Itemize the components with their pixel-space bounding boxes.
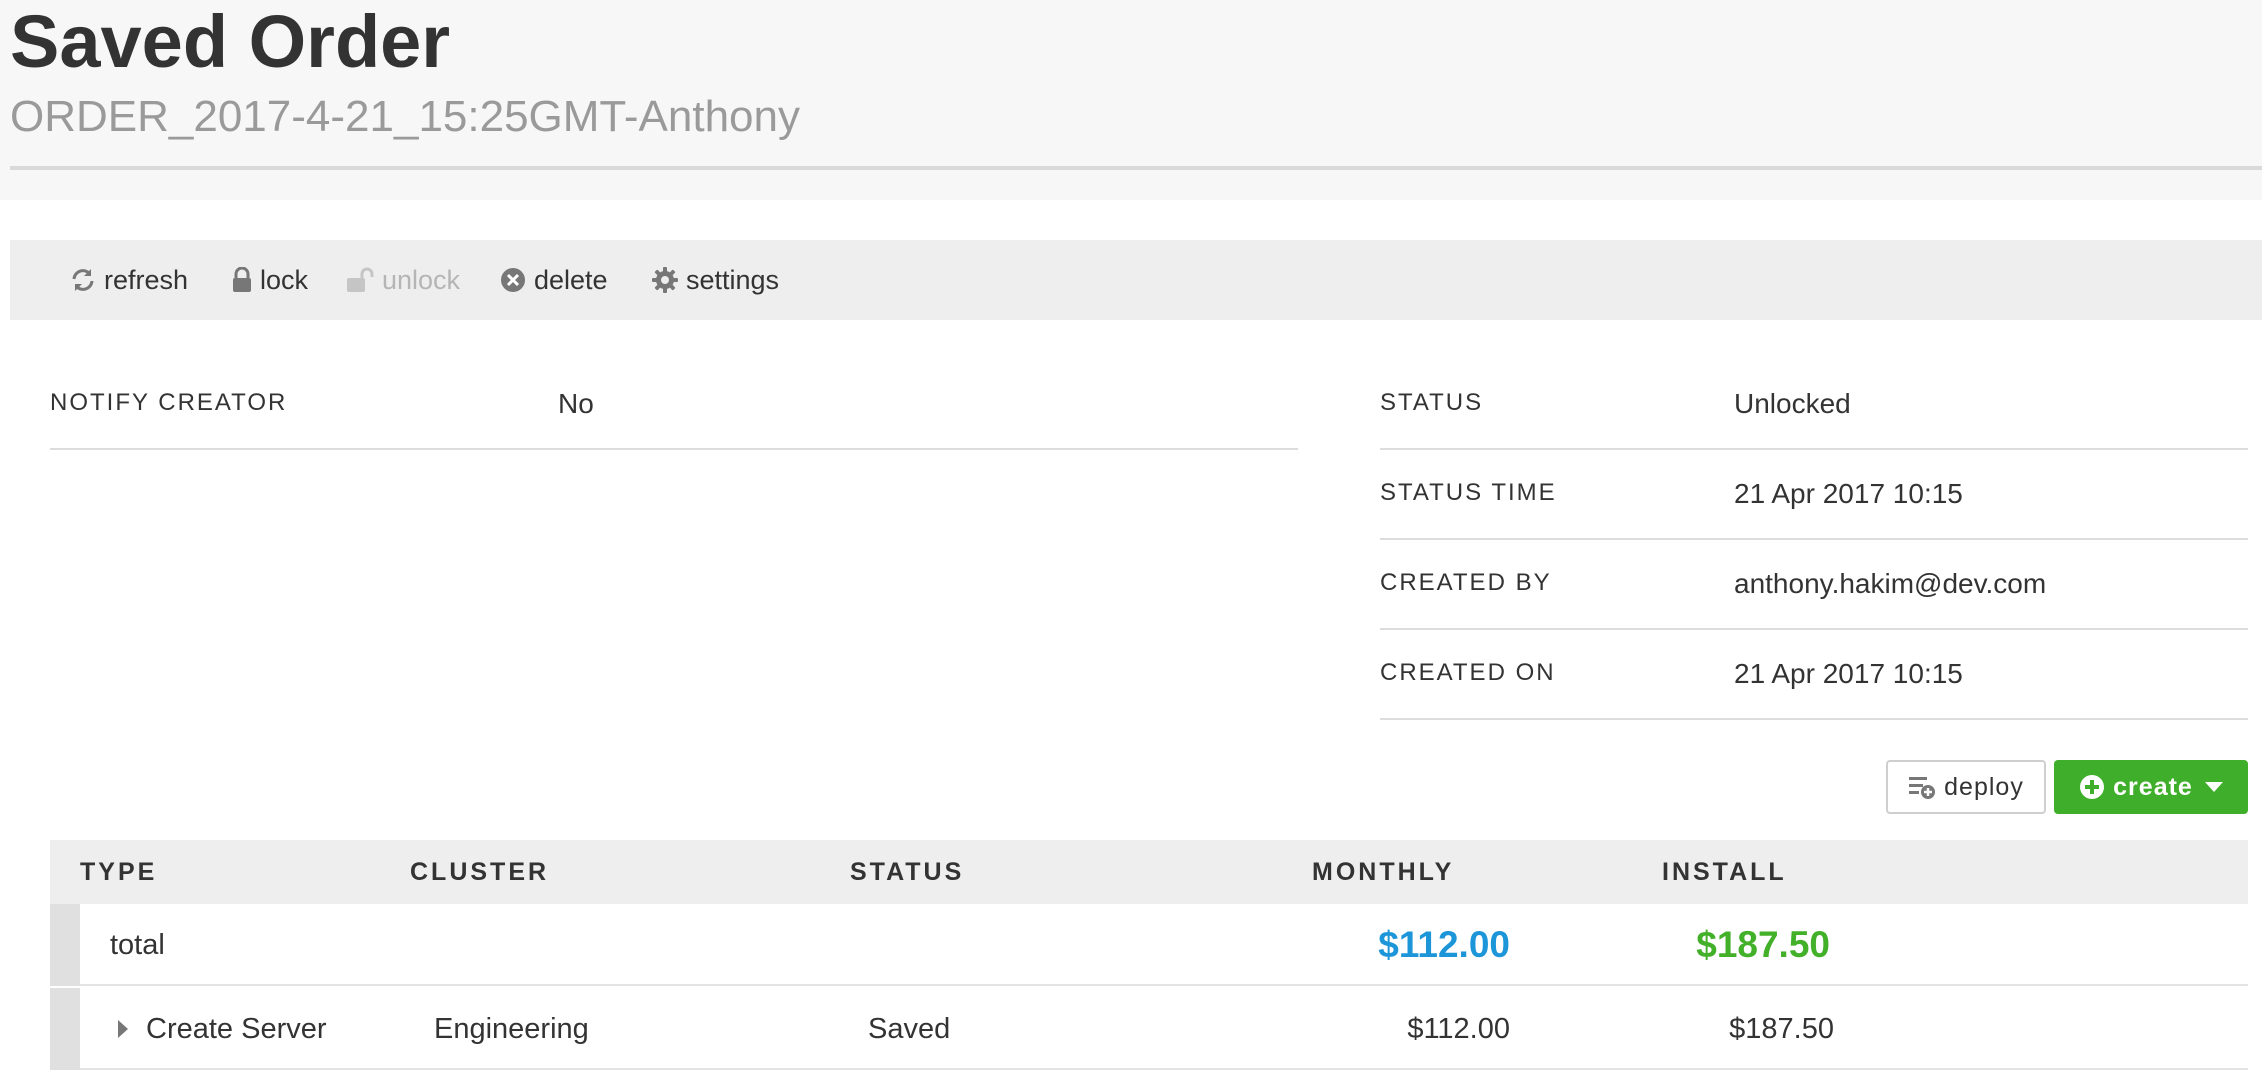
lock-icon	[233, 267, 251, 292]
created-on-label: CREATED ON	[1380, 659, 1556, 686]
column-header-monthly[interactable]: MONTHLY	[1312, 840, 1454, 904]
total-install: $187.50	[1696, 924, 1830, 965]
divider	[1380, 628, 2248, 630]
notify-creator-label: NOTIFY CREATOR	[50, 389, 288, 416]
settings-label: settings	[686, 264, 780, 295]
row-divider	[80, 984, 2248, 986]
notify-creator-value: No	[558, 388, 594, 419]
total-label: total	[110, 929, 165, 961]
expand-arrow-icon[interactable]	[118, 1020, 128, 1038]
row-indicator	[50, 988, 80, 1070]
row-status: Saved	[868, 1013, 951, 1045]
row-monthly: $112.00	[1407, 1013, 1510, 1045]
lock-button[interactable]: lock	[232, 240, 308, 320]
create-button[interactable]: create	[2054, 760, 2248, 814]
row-type: Create Server	[146, 1013, 327, 1045]
unlock-button[interactable]: unlock	[346, 240, 460, 320]
divider	[1380, 448, 2248, 450]
gear-icon	[652, 267, 678, 293]
page-title: Saved Order	[10, 0, 451, 83]
row-divider	[80, 1068, 2248, 1070]
refresh-button[interactable]: refresh	[70, 240, 188, 320]
deploy-icon	[1909, 777, 1936, 799]
plus-circle-icon	[2080, 775, 2105, 799]
column-header-type[interactable]: TYPE	[80, 840, 157, 904]
toolbar: refresh lock unlock delete settings	[10, 240, 2262, 320]
row-install: $187.50	[1729, 1013, 1834, 1045]
status-value: Unlocked	[1734, 388, 1851, 419]
delete-label: delete	[534, 264, 608, 295]
table-row[interactable]: Create Server Engineering Saved $112.00 …	[50, 988, 2248, 1070]
total-row: total $112.00 $187.50	[50, 904, 2248, 986]
divider	[50, 448, 1298, 450]
create-label: create	[2113, 772, 2193, 801]
delete-button[interactable]: delete	[500, 240, 608, 320]
status-label: STATUS	[1380, 389, 1484, 416]
row-cluster: Engineering	[434, 1013, 589, 1045]
created-on-value: 21 Apr 2017 10:15	[1734, 658, 1963, 689]
total-monthly: $112.00	[1378, 924, 1510, 965]
page-header: Saved Order ORDER_2017-4-21_15:25GMT-Ant…	[0, 0, 2262, 200]
lock-label: lock	[260, 264, 309, 295]
refresh-label: refresh	[104, 264, 189, 295]
divider	[1380, 718, 2248, 720]
deploy-button[interactable]: deploy	[1886, 760, 2046, 814]
refresh-icon	[72, 269, 94, 291]
order-name: ORDER_2017-4-21_15:25GMT-Anthony	[10, 92, 800, 141]
column-header-status[interactable]: STATUS	[850, 840, 964, 904]
divider	[1380, 538, 2248, 540]
row-indicator	[50, 904, 80, 986]
created-by-label: CREATED BY	[1380, 569, 1552, 596]
column-header-cluster[interactable]: CLUSTER	[410, 840, 549, 904]
close-circle-icon	[501, 268, 525, 292]
unlock-label: unlock	[382, 264, 461, 295]
created-by-value: anthony.hakim@dev.com	[1734, 568, 2047, 599]
status-time-value: 21 Apr 2017 10:15	[1734, 478, 1963, 509]
deploy-label: deploy	[1944, 772, 2024, 801]
column-header-install[interactable]: INSTALL	[1662, 840, 1787, 904]
header-divider	[10, 166, 2262, 170]
status-time-label: STATUS TIME	[1380, 479, 1557, 506]
caret-down-icon	[2204, 782, 2223, 792]
unlock-icon	[347, 267, 374, 292]
settings-button[interactable]: settings	[652, 240, 779, 320]
table-header: TYPE CLUSTER STATUS MONTHLY INSTALL	[50, 840, 2248, 904]
